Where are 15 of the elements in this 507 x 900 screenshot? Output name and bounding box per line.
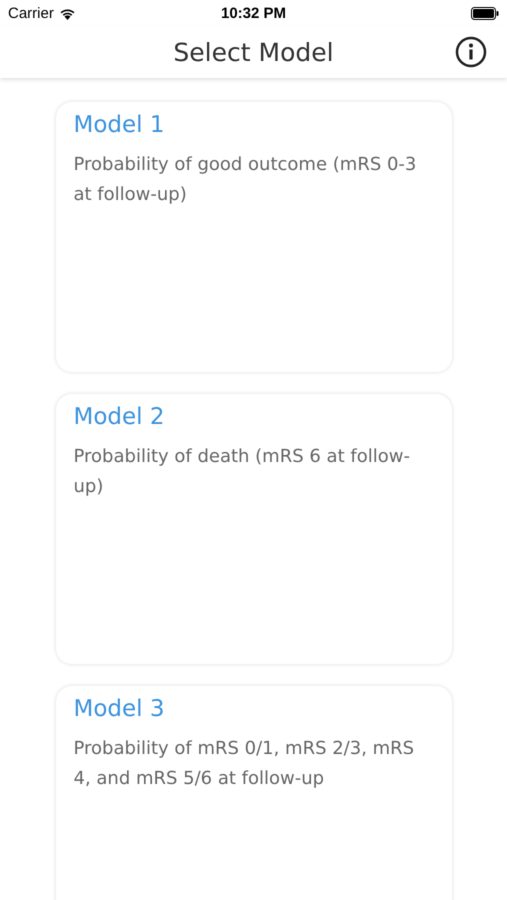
nav-title: Select Model: [173, 38, 334, 66]
model-description: Probability of mRS 0/1, mRS 2/3, mRS 4, and mRS 5/6 at follow-up: [74, 737, 416, 791]
model-description: Probability of good outcome (mRS 0-3 at follow-up): [74, 153, 418, 207]
info-icon[interactable]: [455, 36, 487, 68]
battery-icon: [471, 6, 500, 20]
model-description: Probability of death (mRS 6 at follow-up): [74, 445, 411, 499]
model-card[interactable]: Model 3 Probability of mRS 0/1, mRS 2/3, mRS 4, and mRS 5/6 at follow-up: [56, 686, 452, 900]
carrier-label: Carrier: [8, 4, 54, 22]
model-card[interactable]: Model 1 Probability of good outcome (mRS 0-3 at follow-up): [56, 102, 452, 372]
model-card[interactable]: Model 2 Probability of death (mRS 6 at follow-up): [56, 394, 452, 664]
model-title: Model 3: [74, 696, 165, 722]
wifi-icon: [58, 6, 76, 20]
model-title: Model 2: [74, 404, 165, 430]
status-time: 10:32 PM: [220, 4, 288, 22]
model-title: Model 1: [74, 112, 165, 138]
